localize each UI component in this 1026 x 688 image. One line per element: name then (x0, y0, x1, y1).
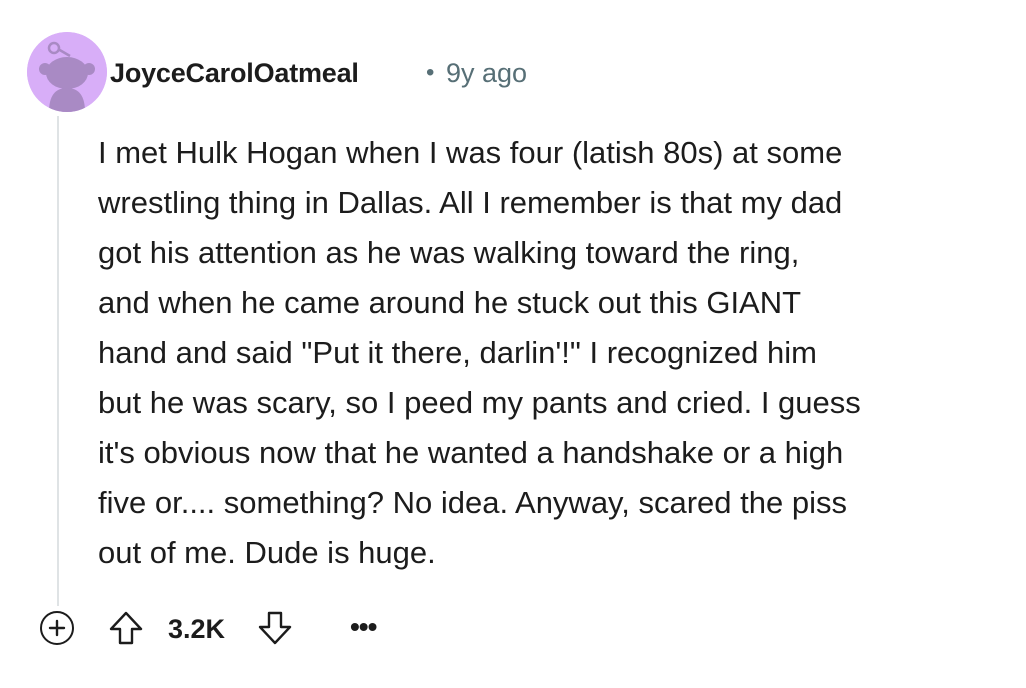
thread-line[interactable] (57, 116, 59, 606)
vote-score: 3.2K (168, 614, 226, 644)
downvote-arrow-icon[interactable] (256, 609, 294, 647)
meta-separator: • (426, 59, 435, 86)
author-username[interactable]: JoyceCarolOatmeal (110, 56, 359, 90)
more-options-button[interactable]: ••• (350, 610, 377, 644)
comment-timestamp[interactable]: 9y ago (446, 56, 527, 90)
snoo-avatar-icon[interactable] (27, 32, 107, 112)
plus-circle-icon[interactable] (40, 611, 74, 645)
comment-body: I met Hulk Hogan when I was four (latish… (98, 135, 861, 570)
comment: JoyceCarolOatmeal • 9y ago I met Hulk Ho… (0, 0, 1026, 688)
upvote-arrow-icon[interactable] (107, 609, 145, 647)
